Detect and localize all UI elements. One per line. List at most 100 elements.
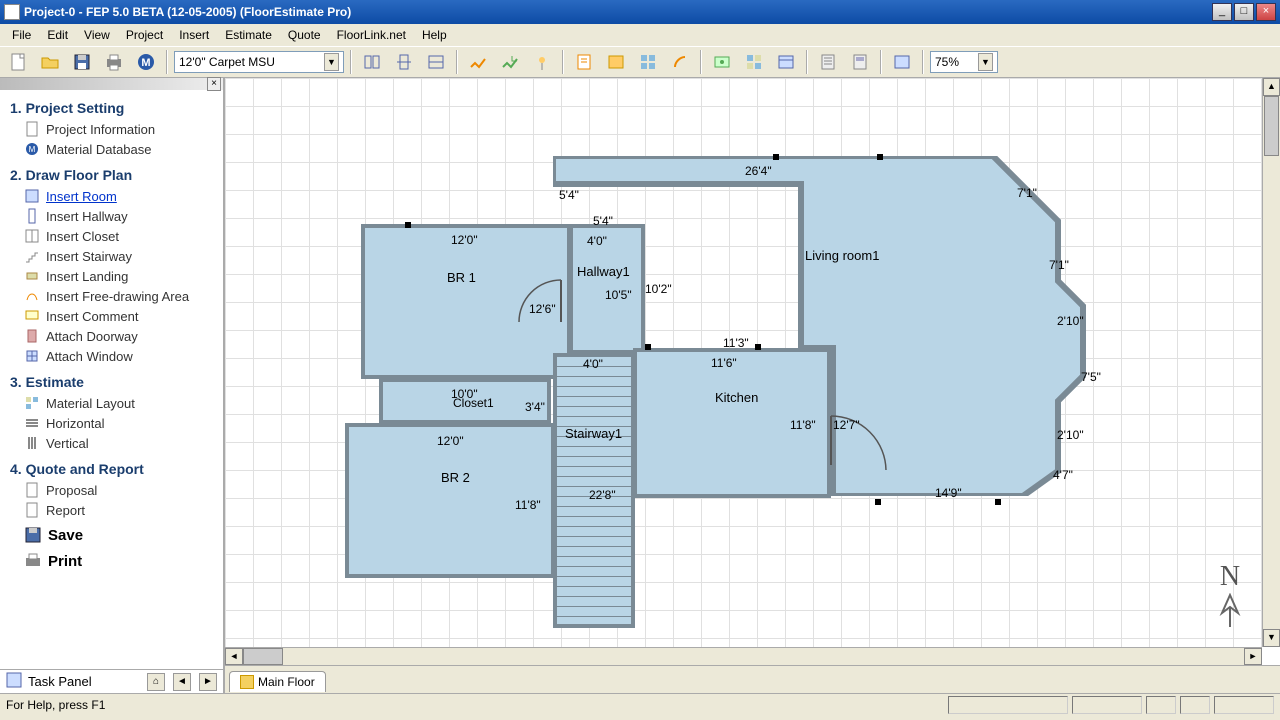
tool-l[interactable] xyxy=(740,49,768,75)
sidebar-item-attach-doorway[interactable]: Attach Doorway xyxy=(6,326,217,346)
status-cell xyxy=(1146,696,1176,714)
horizontal-scrollbar[interactable]: ◄ ► xyxy=(225,647,1262,665)
menu-insert[interactable]: Insert xyxy=(171,26,217,44)
sidebar-item-insert-closet[interactable]: Insert Closet xyxy=(6,226,217,246)
material-select[interactable]: 12'0" Carpet MSU ▼ xyxy=(174,51,344,73)
sidebar-item-material-layout[interactable]: Material Layout xyxy=(6,393,217,413)
sidebar-item-horizontal[interactable]: Horizontal xyxy=(6,413,217,433)
dimension: 7'5" xyxy=(1081,370,1101,384)
close-button[interactable]: × xyxy=(1256,3,1276,21)
tool-h[interactable] xyxy=(602,49,630,75)
tool-c[interactable] xyxy=(422,49,450,75)
sidebar-close-button[interactable]: × xyxy=(207,77,221,91)
new-button[interactable] xyxy=(4,49,32,75)
menu-edit[interactable]: Edit xyxy=(39,26,76,44)
sidebar-print[interactable]: Print xyxy=(6,546,217,572)
room-label: Stairway1 xyxy=(565,426,622,441)
open-button[interactable] xyxy=(36,49,64,75)
save-button[interactable] xyxy=(68,49,96,75)
tool-b[interactable] xyxy=(390,49,418,75)
menu-floorlink[interactable]: FloorLink.net xyxy=(329,26,414,44)
menu-help[interactable]: Help xyxy=(414,26,455,44)
report-icon xyxy=(24,502,40,518)
sidebar-item-project-info[interactable]: Project Information xyxy=(6,119,217,139)
dropdown-icon: ▼ xyxy=(978,53,993,71)
dimension: 12'7" xyxy=(833,418,860,432)
tool-j[interactable] xyxy=(666,49,694,75)
dimension: 4'7" xyxy=(1053,468,1073,482)
task-panel: × 1. Project Setting Project Information… xyxy=(0,78,225,693)
tab-main-floor[interactable]: Main Floor xyxy=(229,671,326,692)
selection-handle[interactable] xyxy=(645,344,651,350)
home-button[interactable]: ⌂ xyxy=(147,673,165,691)
dimension: 12'0" xyxy=(451,233,478,247)
tool-a[interactable] xyxy=(358,49,386,75)
material-value: 12'0" Carpet MSU xyxy=(179,55,275,69)
section-quote-report: 4. Quote and Report xyxy=(10,461,217,477)
sidebar-save[interactable]: Save xyxy=(6,520,217,546)
selection-handle[interactable] xyxy=(877,154,883,160)
selection-handle[interactable] xyxy=(875,499,881,505)
menu-quote[interactable]: Quote xyxy=(280,26,329,44)
selection-handle[interactable] xyxy=(405,222,411,228)
save-icon xyxy=(24,526,42,544)
sidebar-item-attach-window[interactable]: Attach Window xyxy=(6,346,217,366)
toolbar-sep xyxy=(922,50,924,74)
dimension: 11'8" xyxy=(790,418,816,432)
tool-n[interactable] xyxy=(814,49,842,75)
sidebar-item-insert-stairway[interactable]: Insert Stairway xyxy=(6,246,217,266)
tool-d[interactable] xyxy=(464,49,492,75)
scroll-left-button[interactable]: ◄ xyxy=(225,648,243,665)
vertical-scrollbar[interactable]: ▲ ▼ xyxy=(1262,78,1280,647)
sidebar-item-insert-landing[interactable]: Insert Landing xyxy=(6,266,217,286)
sidebar-item-insert-free-drawing[interactable]: Insert Free-drawing Area xyxy=(6,286,217,306)
tool-m[interactable] xyxy=(772,49,800,75)
svg-text:M: M xyxy=(141,57,150,69)
tool-o[interactable] xyxy=(846,49,874,75)
horizontal-icon xyxy=(24,415,40,431)
selection-handle[interactable] xyxy=(995,499,1001,505)
menu-view[interactable]: View xyxy=(76,26,118,44)
landing-icon xyxy=(24,268,40,284)
minimize-button[interactable]: _ xyxy=(1212,3,1232,21)
toolbar: M 12'0" Carpet MSU ▼ 75% ▼ xyxy=(0,46,1280,78)
scroll-right-button[interactable]: ► xyxy=(1244,648,1262,665)
tool-f[interactable] xyxy=(528,49,556,75)
sidebar-item-insert-comment[interactable]: Insert Comment xyxy=(6,306,217,326)
tool-k[interactable] xyxy=(708,49,736,75)
tool-g[interactable] xyxy=(570,49,598,75)
menu-estimate[interactable]: Estimate xyxy=(217,26,280,44)
sidebar-item-vertical[interactable]: Vertical xyxy=(6,433,217,453)
sidebar-item-insert-hallway[interactable]: Insert Hallway xyxy=(6,206,217,226)
zoom-select[interactable]: 75% ▼ xyxy=(930,51,998,73)
sidebar-item-insert-room[interactable]: Insert Room xyxy=(6,186,217,206)
tool-p[interactable] xyxy=(888,49,916,75)
dimension: 2'10" xyxy=(1057,428,1084,442)
sidebar-item-proposal[interactable]: Proposal xyxy=(6,480,217,500)
selection-handle[interactable] xyxy=(755,344,761,350)
tool-e[interactable] xyxy=(496,49,524,75)
floor-plan-canvas[interactable]: Living room1 BR 1 Hallway1 Closet1 BR 2 … xyxy=(225,78,1280,665)
scroll-thumb[interactable] xyxy=(243,648,283,665)
menu-file[interactable]: File xyxy=(4,26,39,44)
scroll-up-button[interactable]: ▲ xyxy=(1263,78,1280,96)
selection-handle[interactable] xyxy=(773,154,779,160)
section-estimate: 3. Estimate xyxy=(10,374,217,390)
toolbar-sep xyxy=(880,50,882,74)
room-label: BR 2 xyxy=(441,470,470,485)
maximize-button[interactable]: □ xyxy=(1234,3,1254,21)
menu-project[interactable]: Project xyxy=(118,26,171,44)
print-button[interactable] xyxy=(100,49,128,75)
scroll-thumb[interactable] xyxy=(1264,96,1279,156)
tool-i[interactable] xyxy=(634,49,662,75)
material-button[interactable]: M xyxy=(132,49,160,75)
status-cell xyxy=(1214,696,1274,714)
zoom-value: 75% xyxy=(935,55,959,69)
sidebar-item-material-db[interactable]: MMaterial Database xyxy=(6,139,217,159)
sidebar-item-report[interactable]: Report xyxy=(6,500,217,520)
forward-button[interactable]: ► xyxy=(199,673,217,691)
back-button[interactable]: ◄ xyxy=(173,673,191,691)
dimension: 3'4" xyxy=(525,400,545,414)
database-icon: M xyxy=(24,141,40,157)
scroll-down-button[interactable]: ▼ xyxy=(1263,629,1280,647)
